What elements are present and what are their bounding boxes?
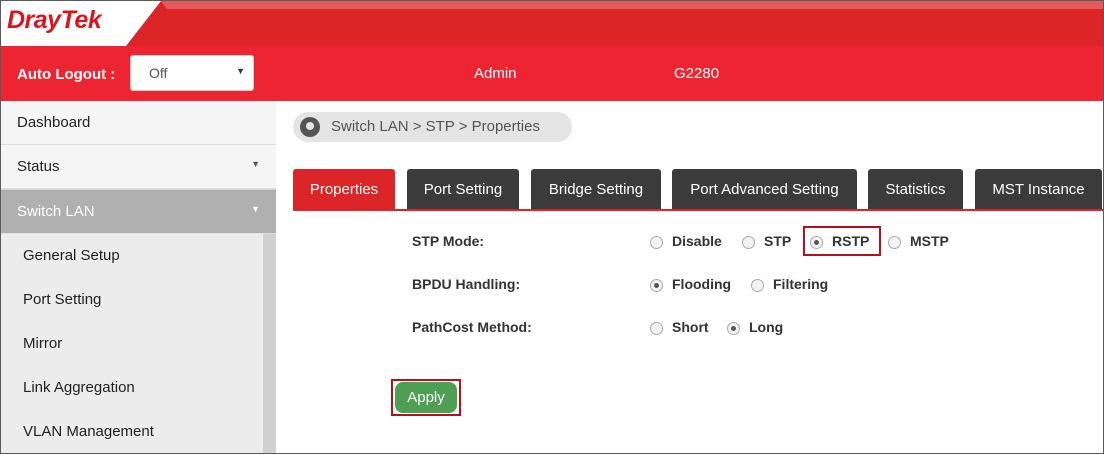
tab-label: Bridge Setting [548, 181, 644, 198]
radio-label: Short [672, 319, 709, 335]
breadcrumb-text: Switch LAN > STP > Properties [331, 118, 540, 135]
tab-bridge-setting[interactable]: Bridge Setting [531, 169, 661, 210]
tabs-underline [293, 209, 1103, 211]
radio-label: Flooding [672, 276, 732, 292]
sidebar-item-label: Status [17, 158, 60, 175]
sidebar-subitem-label: VLAN Management [23, 423, 154, 440]
auto-logout-label: Auto Logout : [17, 66, 116, 83]
user-name: Admin [474, 65, 517, 82]
auto-logout-value: Off [149, 65, 168, 81]
sidebar-scrollbar[interactable] [263, 234, 276, 453]
radio-label: Filtering [773, 276, 829, 292]
sidebar: Dashboard Status ▼ Switch LAN ▼ General … [1, 101, 276, 453]
radio-circle [888, 236, 901, 249]
tab-label: Port Advanced Setting [690, 181, 839, 198]
sidebar-item-dashboard[interactable]: Dashboard [1, 101, 276, 145]
tab-label: Properties [309, 181, 379, 198]
sidebar-item-label: Dashboard [17, 114, 91, 131]
sidebar-subitem-label: Port Setting [23, 291, 102, 308]
chevron-down-icon: ▼ [251, 159, 260, 169]
radio-circle [751, 279, 764, 292]
sidebar-subitem-label: General Setup [23, 247, 120, 264]
tab-properties[interactable]: Properties [293, 169, 395, 210]
stp-mode-row: STP Mode: Disable STP RSTP MSTP [276, 230, 1103, 254]
rstp-highlight-box [803, 226, 881, 256]
sidebar-item-status[interactable]: Status ▼ [1, 145, 276, 189]
breadcrumb: Switch LAN > STP > Properties [293, 112, 572, 142]
sidebar-subitem-label: Mirror [23, 335, 63, 352]
banner-shape [1, 1, 1103, 46]
chevron-down-icon: ▼ [251, 204, 260, 214]
sidebar-item-label: Switch LAN [17, 203, 95, 220]
radio-circle [650, 236, 663, 249]
radio-label: Long [749, 319, 784, 335]
tab-label: Port Setting [423, 181, 503, 198]
sidebar-subitem-general-setup[interactable]: General Setup [1, 234, 263, 278]
device-model: G2280 [674, 65, 720, 82]
tab-label: MST Instance [992, 181, 1085, 198]
sidebar-subitem-link-aggregation[interactable]: Link Aggregation [1, 366, 263, 410]
radio-label: MSTP [910, 233, 949, 249]
tab-label: Statistics [885, 181, 946, 198]
sidebar-subitem-vlan-management[interactable]: VLAN Management [1, 410, 263, 453]
bpdu-handling-row: BPDU Handling: Flooding Filtering [276, 273, 1103, 297]
draytek-logo: DrayTek [7, 6, 102, 34]
tab-port-advanced-setting[interactable]: Port Advanced Setting [672, 169, 857, 210]
top-banner: DrayTek [1, 1, 1103, 46]
tab-mst-instance[interactable]: MST Instance [975, 169, 1102, 210]
radio-label: Disable [672, 233, 722, 249]
app-window: DrayTek Auto Logout : Off ▼ Admin G2280 … [0, 0, 1104, 454]
header-bar: Auto Logout : Off ▼ Admin G2280 [1, 46, 1103, 101]
sidebar-subitem-mirror[interactable]: Mirror [1, 322, 263, 366]
radio-circle-selected [727, 322, 740, 335]
pathcost-method-label: PathCost Method: [412, 319, 532, 335]
apply-button[interactable]: Apply [395, 382, 457, 413]
tab-statistics[interactable]: Statistics [868, 169, 963, 210]
stp-mode-label: STP Mode: [412, 233, 485, 249]
radio-label: STP [764, 233, 792, 249]
sidebar-item-switch-lan[interactable]: Switch LAN ▼ [1, 190, 276, 234]
radio-circle [650, 322, 663, 335]
pathcost-method-row: PathCost Method: Short Long [276, 316, 1103, 340]
main-content: Switch LAN > STP > Properties Properties… [276, 101, 1103, 453]
chevron-down-icon: ▼ [236, 66, 245, 76]
radio-circle [742, 236, 755, 249]
tab-port-setting[interactable]: Port Setting [407, 169, 519, 210]
sidebar-subitem-port-setting[interactable]: Port Setting [1, 278, 263, 322]
sidebar-subitem-label: Link Aggregation [23, 379, 135, 396]
bpdu-handling-label: BPDU Handling: [412, 276, 521, 292]
location-pin-icon [300, 117, 320, 137]
auto-logout-select[interactable]: Off ▼ [130, 55, 254, 91]
radio-circle-selected [650, 279, 663, 292]
